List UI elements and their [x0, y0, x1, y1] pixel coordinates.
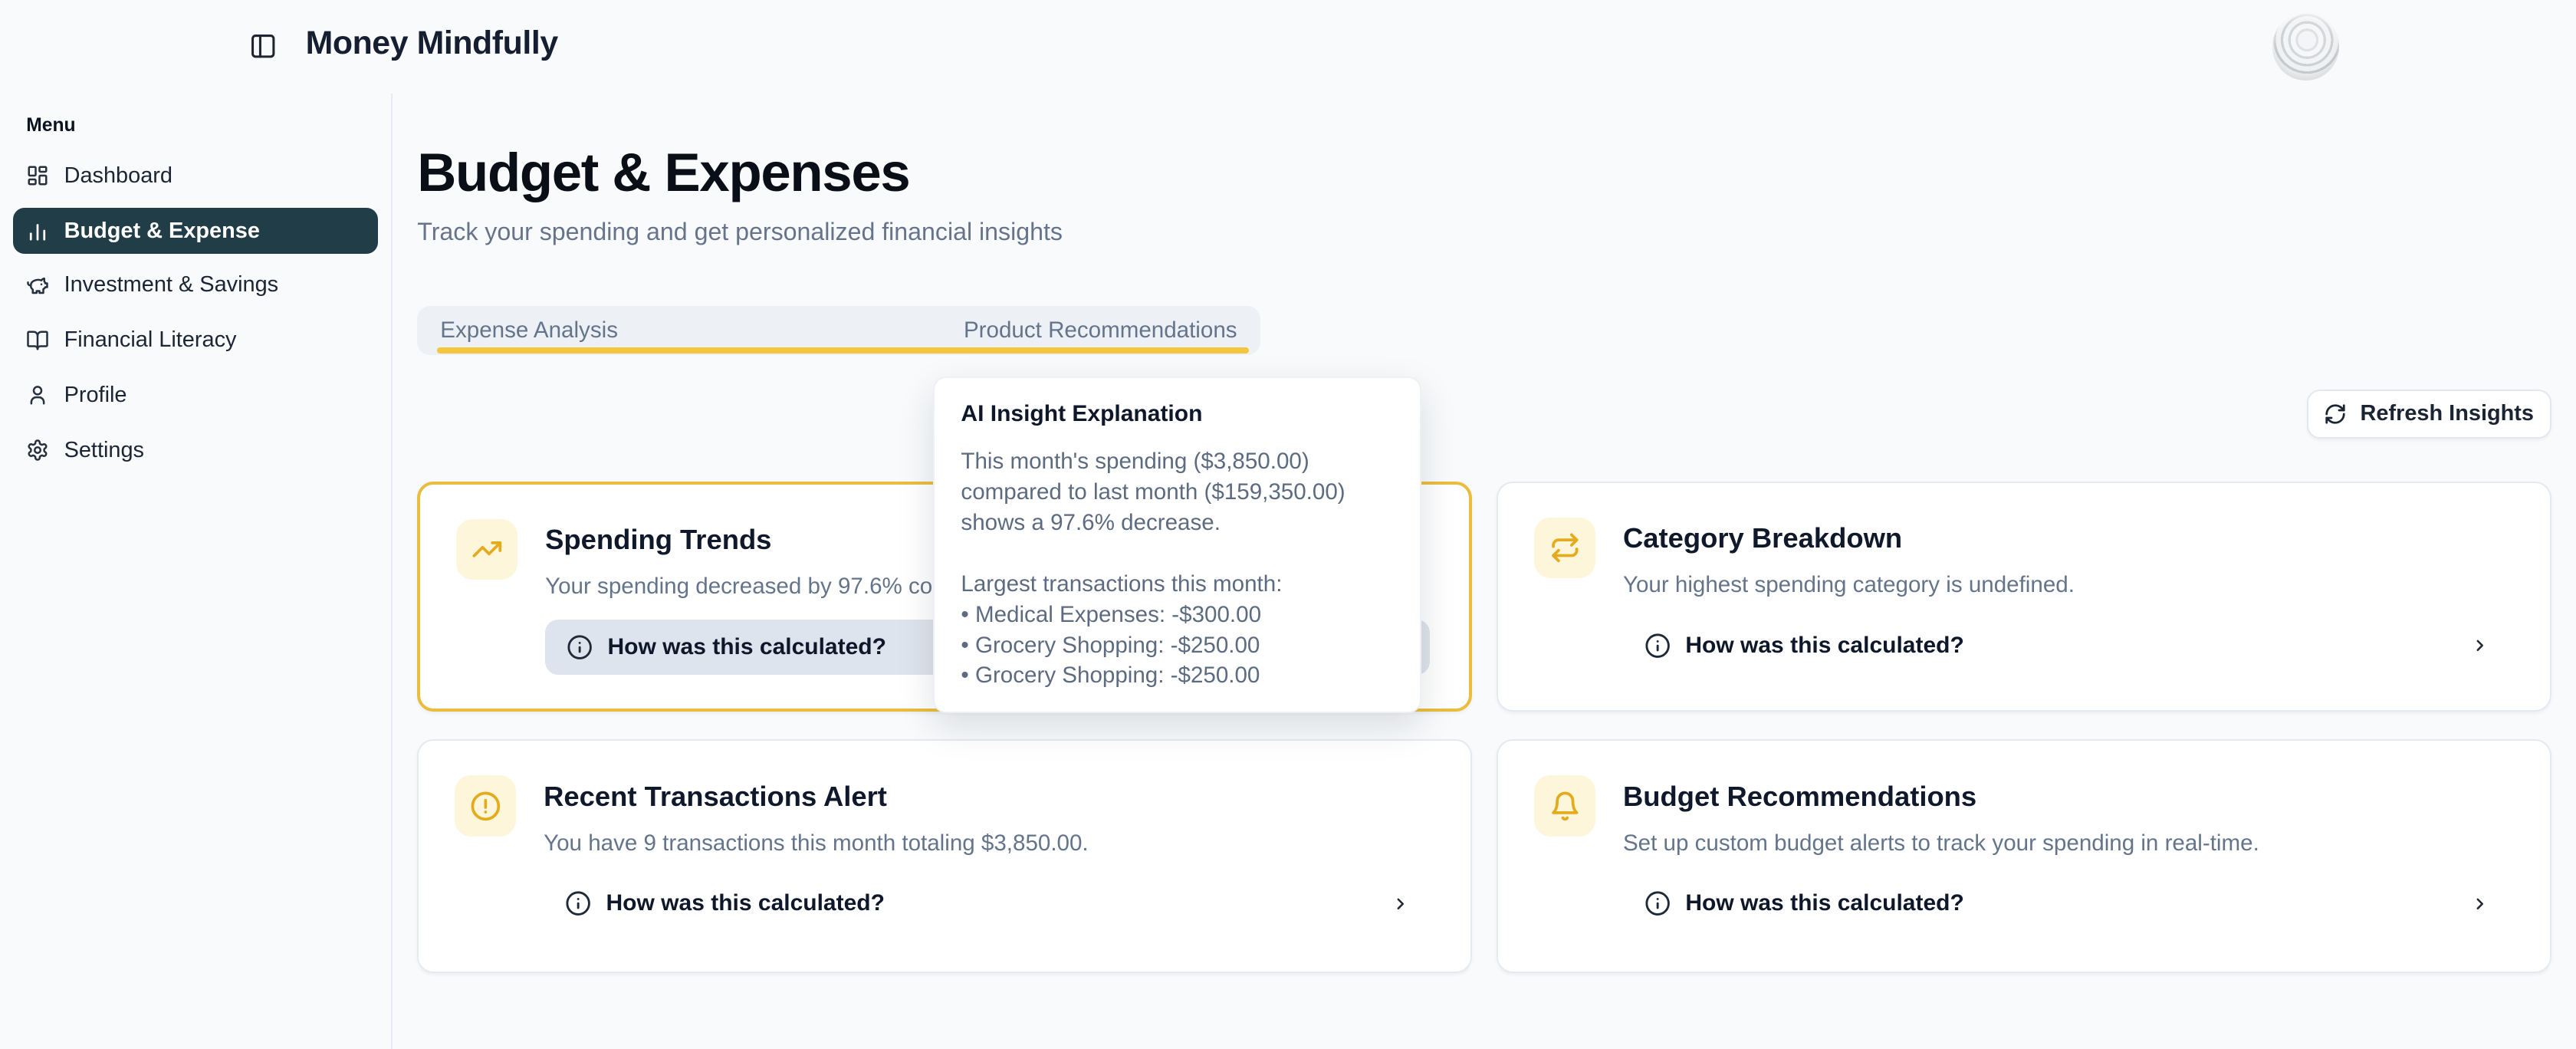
insight-card-budget-recommendations: Budget Recommendations Set up custom bud…: [1497, 739, 2551, 972]
card-icon-chip: [1534, 775, 1595, 836]
tab-product-recommendations[interactable]: Product Recommendations: [964, 317, 1237, 344]
user-icon: [26, 383, 49, 406]
app-title: Money Mindfully: [306, 20, 558, 66]
tooltip-title: AI Insight Explanation: [961, 401, 1393, 427]
card-description: You have 9 transactions this month total…: [544, 828, 1089, 860]
card-title: Recent Transactions Alert: [544, 781, 887, 813]
sidebar-item-investment-savings[interactable]: Investment & Savings: [13, 262, 378, 308]
how-calculated-label: How was this calculated?: [606, 890, 885, 916]
sidebar-item-label: Investment & Savings: [64, 272, 279, 298]
repeat-icon: [1549, 532, 1581, 564]
chevron-right-icon: [2471, 895, 2489, 913]
book-open-icon: [26, 329, 49, 352]
insight-card-recent-transactions: Recent Transactions Alert You have 9 tra…: [417, 739, 1472, 972]
sidebar-item-label: Financial Literacy: [64, 327, 237, 353]
ai-insight-tooltip: AI Insight Explanation This month's spen…: [933, 377, 1421, 713]
info-icon: [565, 890, 591, 916]
tab-underline: [437, 347, 1249, 354]
sidebar-item-label: Settings: [64, 438, 144, 463]
sidebar-item-dashboard[interactable]: Dashboard: [13, 153, 378, 199]
alert-circle-icon: [470, 791, 501, 822]
piggy-bank-icon: [26, 274, 49, 297]
bell-icon: [1549, 791, 1581, 822]
sidebar: Menu Dashboard Budget & Expense Investme…: [0, 94, 393, 1049]
tooltip-bullet: • Medical Expenses: -$300.00: [961, 600, 1393, 630]
how-calculated-link[interactable]: How was this calculated?: [1623, 618, 2510, 674]
card-description: Set up custom budget alerts to track you…: [1623, 828, 2259, 860]
tooltip-spacer: [961, 538, 1393, 569]
how-calculated-link[interactable]: How was this calculated?: [1623, 876, 2510, 932]
page-subtitle: Track your spending and get personalized…: [417, 215, 1063, 248]
info-icon: [1644, 890, 1671, 916]
card-title: Category Breakdown: [1623, 522, 1902, 554]
avatar[interactable]: [2272, 13, 2340, 81]
refresh-icon: [2324, 403, 2347, 426]
panel-left-icon: [249, 32, 277, 60]
tooltip-bullet: • Grocery Shopping: -$250.00: [961, 630, 1393, 661]
info-icon: [567, 634, 593, 660]
sidebar-item-settings[interactable]: Settings: [13, 427, 378, 473]
insight-card-category-breakdown: Category Breakdown Your highest spending…: [1497, 482, 2551, 712]
tooltip-paragraph: Largest transactions this month:: [961, 569, 1393, 600]
card-description: Your highest spending category is undefi…: [1623, 570, 2075, 601]
how-calculated-link[interactable]: How was this calculated?: [544, 876, 1431, 932]
tooltip-paragraph: This month's spending ($3,850.00) compar…: [961, 446, 1393, 538]
trending-up-icon: [472, 534, 503, 565]
gear-icon: [26, 439, 49, 462]
refresh-insights-button[interactable]: Refresh Insights: [2307, 390, 2551, 439]
page-title: Budget & Expenses: [417, 138, 909, 207]
tab-expense-analysis[interactable]: Expense Analysis: [440, 317, 618, 344]
tab-list: Expense Analysis Product Recommendations: [417, 306, 1260, 355]
app-window: Money Mindfully Menu Dashboard Budget & …: [0, 0, 2576, 1049]
card-title: Spending Trends: [545, 524, 771, 556]
main-content: Budget & Expenses Track your spending an…: [391, 94, 2576, 1049]
sidebar-item-label: Budget & Expense: [64, 219, 260, 244]
how-calculated-label: How was this calculated?: [1685, 633, 1963, 659]
tooltip-bullet: • Grocery Shopping: -$250.00: [961, 660, 1393, 691]
sidebar-item-profile[interactable]: Profile: [13, 372, 378, 418]
card-icon-chip: [456, 519, 517, 580]
how-calculated-label: How was this calculated?: [1685, 890, 1963, 916]
card-title: Budget Recommendations: [1623, 781, 1976, 813]
card-icon-chip: [1534, 518, 1595, 578]
top-header: Money Mindfully: [0, 0, 2576, 94]
how-calculated-label: How was this calculated?: [608, 634, 886, 660]
chevron-right-icon: [2471, 636, 2489, 655]
sidebar-item-budget-expense[interactable]: Budget & Expense: [13, 208, 378, 254]
sidebar-item-financial-literacy[interactable]: Financial Literacy: [13, 317, 378, 363]
dashboard-icon: [26, 164, 49, 187]
sidebar-item-label: Profile: [64, 383, 127, 408]
refresh-insights-label: Refresh Insights: [2361, 401, 2534, 426]
bar-chart-icon: [26, 219, 49, 242]
sidebar-toggle-button[interactable]: [243, 26, 282, 65]
card-icon-chip: [455, 775, 515, 836]
sidebar-item-label: Dashboard: [64, 163, 172, 189]
sidebar-section-label: Menu: [26, 115, 75, 136]
info-icon: [1644, 633, 1671, 659]
chevron-right-icon: [1392, 895, 1410, 913]
